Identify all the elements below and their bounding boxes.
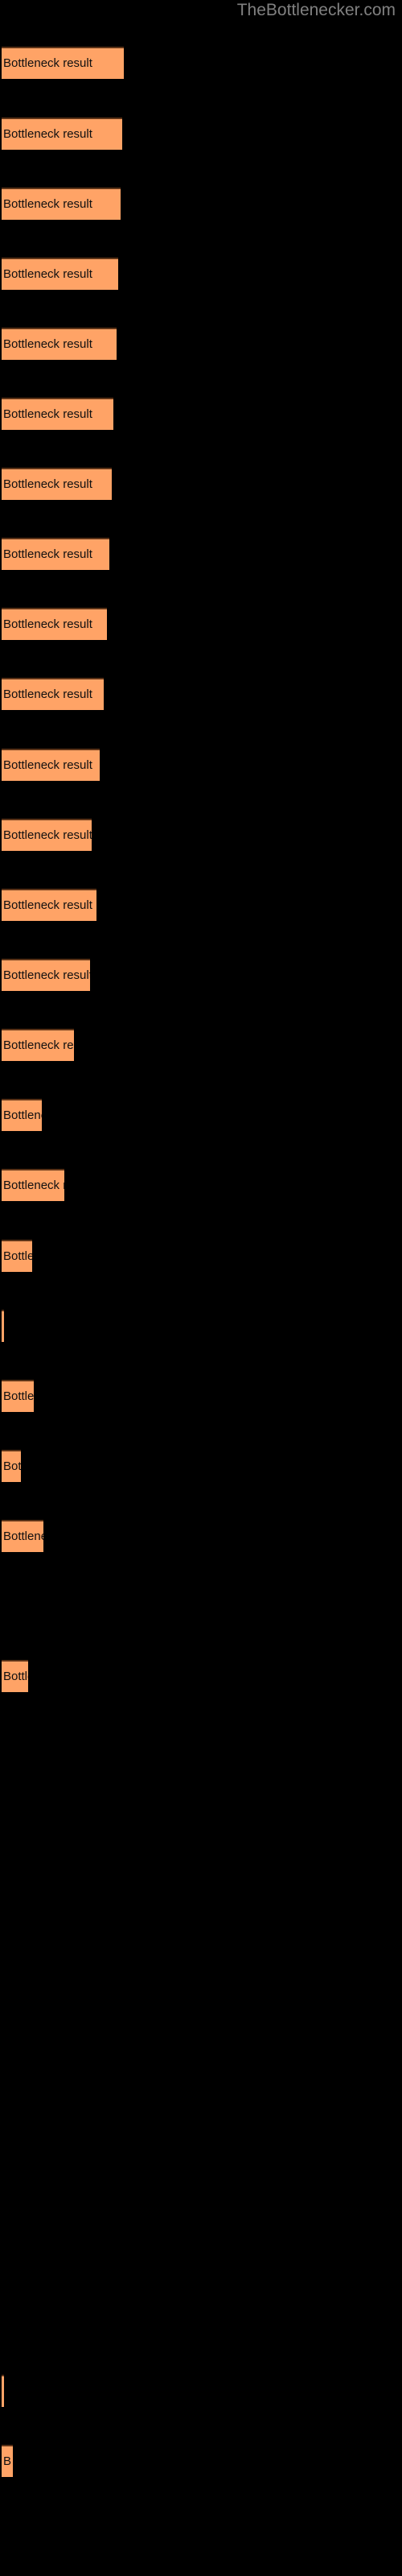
bar-label-clip: Bottleneck result [2, 398, 113, 430]
bar-row[interactable]: Bottleneck result [0, 118, 402, 150]
bar-label: Bottleneck result [3, 828, 92, 842]
bar-label-clip: Bottleneck result [2, 1380, 34, 1412]
bar-label-clip: Bottleneck result [2, 188, 121, 220]
bar-row[interactable]: Bottleneck result [0, 1380, 402, 1412]
bar-label: Bottleneck result [3, 337, 92, 351]
bar-label: B [3, 2454, 12, 2468]
bar-label: Bottleneck result [3, 1038, 74, 1052]
bar-row[interactable]: Bottleneck result [0, 819, 402, 851]
bar-label-clip: Bottleneck result [2, 538, 109, 570]
bar-row[interactable]: Bottleneck result [0, 398, 402, 430]
bar-label-clip: Bottleneck result [2, 1029, 74, 1061]
bar-row[interactable]: Bottleneck result [0, 1169, 402, 1201]
bar-label: Bottleneck result [3, 1459, 21, 1473]
bar-label-clip: Bottleneck result [2, 608, 107, 640]
bar-label: Bottleneck result [3, 1249, 32, 1263]
bar-label: Bottleneck result [3, 56, 92, 70]
bar-label: Bottleneck result [3, 968, 90, 982]
bar-label-clip: Bottleneck result [2, 468, 112, 500]
bar-label-clip: Bottleneck result [2, 959, 90, 991]
bar-row[interactable]: Bottleneck result [0, 889, 402, 921]
bar-label-clip: Bottleneck result [2, 819, 92, 851]
bar-row[interactable]: Bottleneck result [0, 1240, 402, 1272]
bar-label: Bottleneck result [3, 407, 92, 421]
bottleneck-bar-chart: Bottleneck result Bottleneck result Bottle… [0, 0, 402, 2576]
bar-row[interactable]: Bottleneck result [0, 328, 402, 360]
bar-row[interactable]: Bottleneck result [0, 1660, 402, 1692]
bar-row[interactable] [0, 2375, 402, 2407]
bar-18[interactable] [2, 1310, 4, 1342]
bar-label: Bottleneck result [3, 758, 92, 772]
bar-label-clip: Bottleneck result [2, 889, 96, 921]
bar-label: Bottleneck result [3, 1179, 64, 1192]
bar-row[interactable]: Bottleneck result [0, 258, 402, 290]
bar-label: Bottleneck result [3, 547, 92, 561]
bar-label: Bottleneck result [3, 687, 92, 701]
bar-row[interactable]: Bottleneck result [0, 468, 402, 500]
bar-label: Bottleneck result [3, 1530, 43, 1543]
bar-row[interactable]: Bottleneck result [0, 678, 402, 710]
bar-row[interactable]: Bottleneck result [0, 1520, 402, 1552]
bar-label-clip: Bottleneck result [2, 328, 117, 360]
bar-label-clip: Bottleneck result [2, 118, 122, 150]
bar-label-clip: Bottleneck result [2, 258, 118, 290]
bar-row[interactable]: B [0, 2445, 402, 2477]
bar-row[interactable]: Bottleneck result [0, 1450, 402, 1482]
bar-label: Bottleneck result [3, 1389, 34, 1403]
bar-label: Bottleneck result [3, 1670, 28, 1683]
bar-row[interactable]: Bottleneck result [0, 1029, 402, 1061]
bar-row[interactable]: Bottleneck result [0, 47, 402, 79]
bar-label: Bottleneck result [3, 127, 92, 141]
bar-label-clip: Bottleneck result [2, 1450, 21, 1482]
bar-label: Bottleneck result [3, 197, 92, 211]
bar-label: Bottleneck result [3, 267, 92, 281]
bar-label: Bottleneck result [3, 617, 92, 631]
bar-row[interactable]: Bottleneck result [0, 959, 402, 991]
bar-label-clip: Bottleneck result [2, 678, 104, 710]
bar-23[interactable] [2, 2375, 4, 2407]
bar-label: Bottleneck result [3, 898, 92, 912]
page-root: TheBottlenecker.com Bottleneck result Bot… [0, 0, 402, 2576]
bar-label-clip: Bottleneck result [2, 47, 124, 79]
bar-row[interactable]: Bottleneck result [0, 188, 402, 220]
bar-label-clip: B [2, 2445, 13, 2477]
bar-label-clip: Bottleneck result [2, 1240, 32, 1272]
bar-row[interactable]: Bottleneck result [0, 1099, 402, 1131]
bar-label-clip: Bottleneck result [2, 1169, 64, 1201]
bar-row[interactable]: Bottleneck result [0, 749, 402, 781]
bar-label-clip: Bottleneck result [2, 1099, 42, 1131]
bar-label-clip: Bottleneck result [2, 749, 100, 781]
bar-label-clip: Bottleneck result [2, 1520, 43, 1552]
bar-label: Bottleneck result [3, 477, 92, 491]
bar-row[interactable]: Bottleneck result [0, 538, 402, 570]
bar-row[interactable]: Bottleneck result [0, 608, 402, 640]
bar-label-clip: Bottleneck result [2, 1660, 28, 1692]
bar-label: Bottleneck result [3, 1108, 42, 1122]
bar-row[interactable] [0, 1310, 402, 1342]
